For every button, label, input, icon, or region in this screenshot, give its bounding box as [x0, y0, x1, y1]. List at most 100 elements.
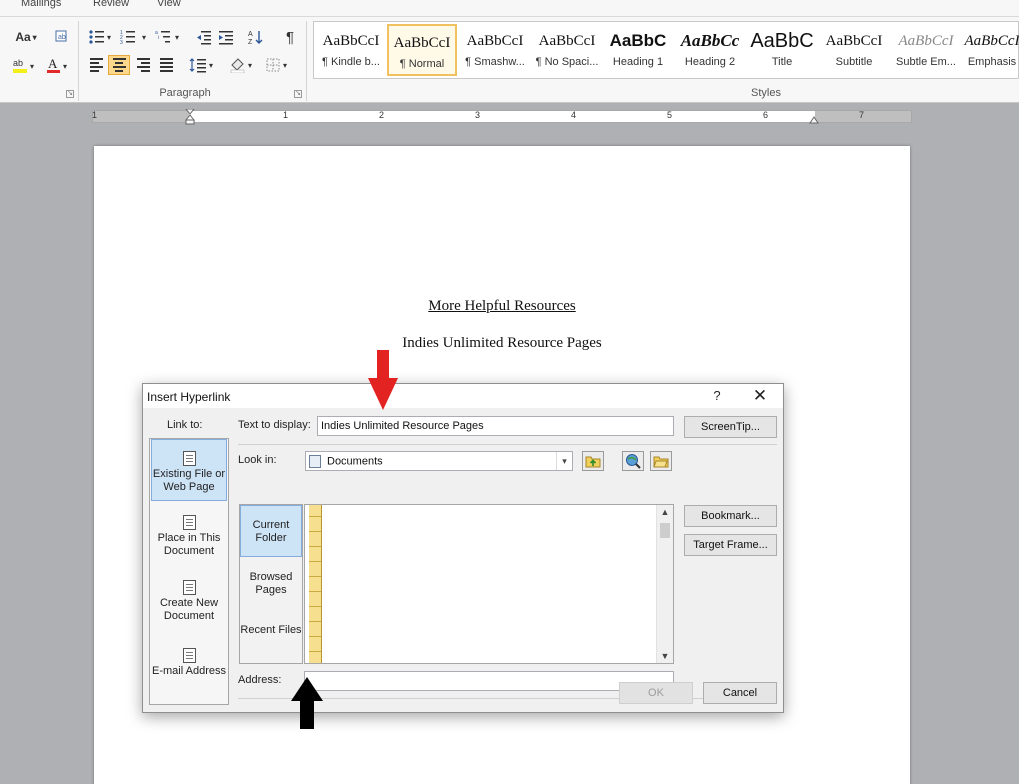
highlight-color-button[interactable]: ab ▾ — [8, 55, 40, 75]
svg-text:Z: Z — [248, 39, 253, 45]
link-to-label-text: E-mail Address — [152, 665, 226, 677]
address-label: Address: — [238, 674, 282, 686]
file-list[interactable]: ▲ ▼ — [304, 504, 674, 664]
align-center-icon[interactable] — [108, 55, 130, 75]
web-page-icon — [182, 451, 196, 466]
sort-icon[interactable]: AZ — [246, 27, 266, 47]
file-list-scrollbar[interactable]: ▲ ▼ — [656, 505, 673, 663]
style-name: ¶ Smashw... — [465, 56, 525, 68]
align-left-icon[interactable] — [86, 55, 106, 75]
cancel-button[interactable]: Cancel — [703, 682, 777, 704]
shading-button[interactable]: ▾ — [228, 55, 258, 75]
style-smashwords[interactable]: AaBbCcI ¶ Smashw... — [460, 24, 530, 76]
chevron-down-icon: ▾ — [32, 32, 37, 42]
ruler-number: 5 — [667, 110, 673, 120]
style-normal[interactable]: AaBbCcI ¶ Normal — [387, 24, 457, 76]
link-to-place-in-document[interactable]: Place in This Document — [151, 504, 227, 566]
style-name: Heading 1 — [612, 56, 664, 68]
style-name: Subtle Em... — [896, 56, 956, 68]
paragraph-group-label: Paragraph — [159, 87, 211, 99]
link-to-label-text: Place in This Document — [157, 532, 221, 557]
style-no-spacing[interactable]: AaBbCcI ¶ No Spaci... — [532, 24, 602, 76]
help-button[interactable]: ? — [709, 388, 725, 404]
dialog-body: Link to: Existing File or Web Page Place… — [143, 408, 783, 712]
ruler-number: 1 — [283, 110, 289, 120]
link-to-create-new-document[interactable]: Create New Document — [151, 569, 227, 631]
scroll-down-icon[interactable]: ▼ — [657, 649, 673, 663]
folder-list-icon — [309, 505, 322, 663]
clear-formatting-icon[interactable]: ab — [52, 27, 72, 47]
screentip-button[interactable]: ScreenTip... — [684, 416, 777, 438]
ok-button[interactable]: OK — [619, 682, 693, 704]
decrease-indent-icon[interactable] — [194, 27, 214, 47]
change-case-button[interactable]: Aa ▾ — [12, 27, 40, 47]
ruler-left-margin — [93, 111, 189, 122]
place-current-folder[interactable]: Current Folder — [240, 505, 302, 557]
svg-text:▾: ▾ — [107, 33, 111, 42]
style-heading-1[interactable]: AaBbC Heading 1 — [603, 24, 673, 76]
styles-gallery[interactable]: AaBbCcI ¶ Kindle b... AaBbCcI ¶ Normal A… — [313, 21, 1019, 79]
svg-text:A: A — [248, 31, 253, 38]
scroll-up-icon[interactable]: ▲ — [657, 505, 673, 519]
ribbon-tabs: Mailings Review View — [0, 0, 1019, 12]
place-browsed-pages[interactable]: Browsed Pages — [240, 558, 302, 610]
indent-marker-icon[interactable] — [185, 109, 195, 125]
increase-indent-icon[interactable] — [216, 27, 236, 47]
style-emphasis[interactable]: AaBbCcI Emphasis — [963, 24, 1019, 76]
show-formatting-marks-icon[interactable]: ¶ — [280, 27, 300, 47]
ruler-number: 3 — [475, 110, 481, 120]
align-right-icon[interactable] — [133, 55, 153, 75]
close-icon[interactable]: ✕ — [749, 386, 771, 406]
tab-view[interactable]: View — [157, 0, 181, 9]
style-title[interactable]: AaBbC Title — [747, 24, 817, 76]
font-color-button[interactable]: A ▾ — [44, 55, 72, 75]
line-spacing-button[interactable]: ▾ — [188, 55, 218, 75]
numbering-button[interactable]: 1 2 3 ▾ — [119, 27, 151, 47]
black-annotation-arrow-icon — [291, 677, 323, 729]
bookmark-button[interactable]: Bookmark... — [684, 505, 777, 527]
borders-button[interactable]: ▾ — [264, 55, 292, 75]
look-in-dropdown[interactable]: Documents ▾ — [305, 451, 573, 471]
look-in-value: Documents — [327, 455, 383, 468]
style-sample: AaBbCcI — [825, 33, 883, 49]
browse-file-icon[interactable] — [650, 451, 672, 471]
text-to-display-label: Text to display: — [238, 419, 311, 431]
chevron-down-icon[interactable]: ▾ — [556, 452, 572, 470]
style-sample: AaBbCc — [680, 31, 740, 50]
right-indent-marker-icon[interactable] — [809, 115, 819, 124]
bullets-button[interactable]: ▾ — [87, 27, 115, 47]
svg-text:i: i — [158, 35, 159, 41]
svg-text:▾: ▾ — [175, 33, 179, 42]
target-frame-button[interactable]: Target Frame... — [684, 534, 777, 556]
browse-web-icon[interactable] — [622, 451, 644, 471]
scroll-thumb[interactable] — [660, 523, 670, 538]
group-separator — [306, 21, 307, 101]
justify-icon[interactable] — [156, 55, 176, 75]
svg-text:ab: ab — [58, 34, 66, 41]
style-subtle-emphasis[interactable]: AaBbCcI Subtle Em... — [891, 24, 961, 76]
text-to-display-input[interactable]: Indies Unlimited Resource Pages — [317, 416, 674, 436]
style-subtitle[interactable]: AaBbCcI Subtitle — [819, 24, 889, 76]
link-to-label: Link to: — [167, 419, 203, 431]
ruler-number: 6 — [763, 110, 769, 120]
style-name: Emphasis — [967, 56, 1017, 68]
document-hyperlink-text[interactable]: Indies Unlimited Resource Pages — [94, 335, 910, 352]
font-dialog-launcher[interactable]: ↘ — [66, 90, 74, 98]
style-kindle-body[interactable]: AaBbCcI ¶ Kindle b... — [316, 24, 386, 76]
ribbon-groups: Aa ▾ ab ab ▾ A ▾ ↘ ▾ 1 2 3 ▾ a i ▾ AZ ¶ … — [0, 16, 1019, 102]
tab-review[interactable]: Review — [93, 0, 129, 9]
style-heading-2[interactable]: AaBbCc Heading 2 — [675, 24, 745, 76]
paragraph-dialog-launcher[interactable]: ↘ — [294, 90, 302, 98]
ruler-number: 2 — [379, 110, 385, 120]
place-recent-files[interactable]: Recent Files — [240, 611, 302, 663]
tab-mailings[interactable]: Mailings — [21, 0, 61, 9]
link-to-existing-file[interactable]: Existing File or Web Page — [151, 439, 227, 501]
multilevel-list-button[interactable]: a i ▾ — [154, 27, 184, 47]
link-to-email-address[interactable]: E-mail Address — [151, 637, 227, 699]
dialog-title: Insert Hyperlink — [147, 390, 231, 404]
document-heading-text: More Helpful Resources — [428, 298, 576, 314]
styles-group-label: Styles — [751, 87, 781, 99]
horizontal-ruler[interactable]: 1 1 2 3 4 5 6 7 — [92, 109, 912, 125]
up-folder-icon[interactable] — [582, 451, 604, 471]
svg-text:▾: ▾ — [248, 61, 252, 70]
